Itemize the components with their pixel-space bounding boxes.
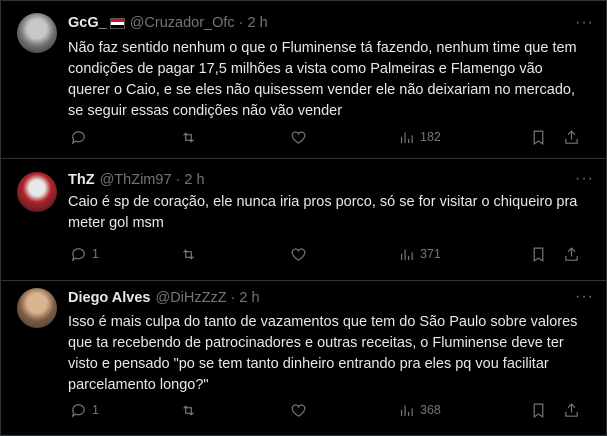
retweet-button[interactable] [180,400,197,420]
timestamp[interactable]: 2 h [239,289,259,307]
reply-button[interactable] [70,127,92,147]
views-count: 368 [420,403,441,417]
like-button[interactable] [290,400,307,420]
retweet-icon [183,248,194,260]
bookmark-button[interactable] [530,244,547,264]
bookmark-button[interactable] [530,127,547,147]
reply-icon [71,247,85,262]
reply-icon [71,130,85,145]
tweet-actions: 1 368 [68,400,588,420]
author-name[interactable]: Diego Alves [68,289,150,307]
bookmark-icon [533,130,544,145]
reply-count: 1 [92,403,99,417]
tweet-header: ThZ @ThZim97 · 2 h [68,171,205,189]
tweet-header: Diego Alves @DiHzZzZ · 2 h [68,289,260,307]
share-icon [565,246,578,261]
reply-button[interactable]: 1 [70,244,99,264]
tweet-text: Isso é mais culpa do tanto de vazamentos… [68,314,578,393]
views-icon [400,132,413,143]
tweet-header: GcG_ @Cruzador_Ofc · 2 h [68,14,268,32]
retweet-button[interactable] [180,244,197,264]
separator: · [230,290,236,306]
share-button[interactable] [563,400,580,420]
retweet-button[interactable] [180,127,197,147]
more-icon[interactable]: ··· [575,289,593,305]
views-button[interactable]: 368 [398,400,441,420]
author-name[interactable]: GcG_ [68,14,107,32]
like-icon [291,131,306,144]
reply-icon [71,403,85,418]
share-button[interactable] [563,127,580,147]
share-icon [565,402,578,417]
like-icon [291,404,306,417]
avatar[interactable] [17,288,57,328]
bookmark-button[interactable] [530,400,547,420]
views-count: 371 [420,247,441,261]
views-icon [400,249,413,260]
author-handle[interactable]: @ThZim97 [100,171,172,189]
bookmark-icon [533,247,544,262]
timestamp[interactable]: 2 h [248,14,268,32]
share-icon [565,129,578,144]
author-name[interactable]: ThZ [68,171,95,189]
retweet-icon [183,131,194,143]
retweet-icon [183,404,194,416]
author-handle[interactable]: @DiHzZzZ [155,289,226,307]
views-button[interactable]: 371 [398,244,441,264]
timestamp[interactable]: 2 h [184,171,204,189]
separator: · [175,172,181,188]
tweet-actions: 1 371 [68,244,588,264]
avatar[interactable] [17,172,57,212]
like-button[interactable] [290,127,307,147]
views-icon [400,405,413,416]
bookmark-icon [533,403,544,418]
flag-icon [109,17,125,29]
like-icon [291,248,306,261]
separator: · [238,15,244,31]
share-button[interactable] [563,244,580,264]
reply-count: 1 [92,247,99,261]
author-handle[interactable]: @Cruzador_Ofc [130,14,235,32]
tweet-text: Caio é sp de coração, ele nunca iria pro… [68,194,578,231]
like-button[interactable] [290,244,307,264]
reply-button[interactable]: 1 [70,400,99,420]
views-button[interactable]: 182 [398,127,441,147]
views-count: 182 [420,130,441,144]
more-icon[interactable]: ··· [575,15,593,31]
avatar[interactable] [17,13,57,53]
more-icon[interactable]: ··· [575,171,593,187]
tweet-text: Não faz sentido nenhum o que o Fluminens… [68,40,577,119]
tweet-actions: 182 [68,127,588,147]
